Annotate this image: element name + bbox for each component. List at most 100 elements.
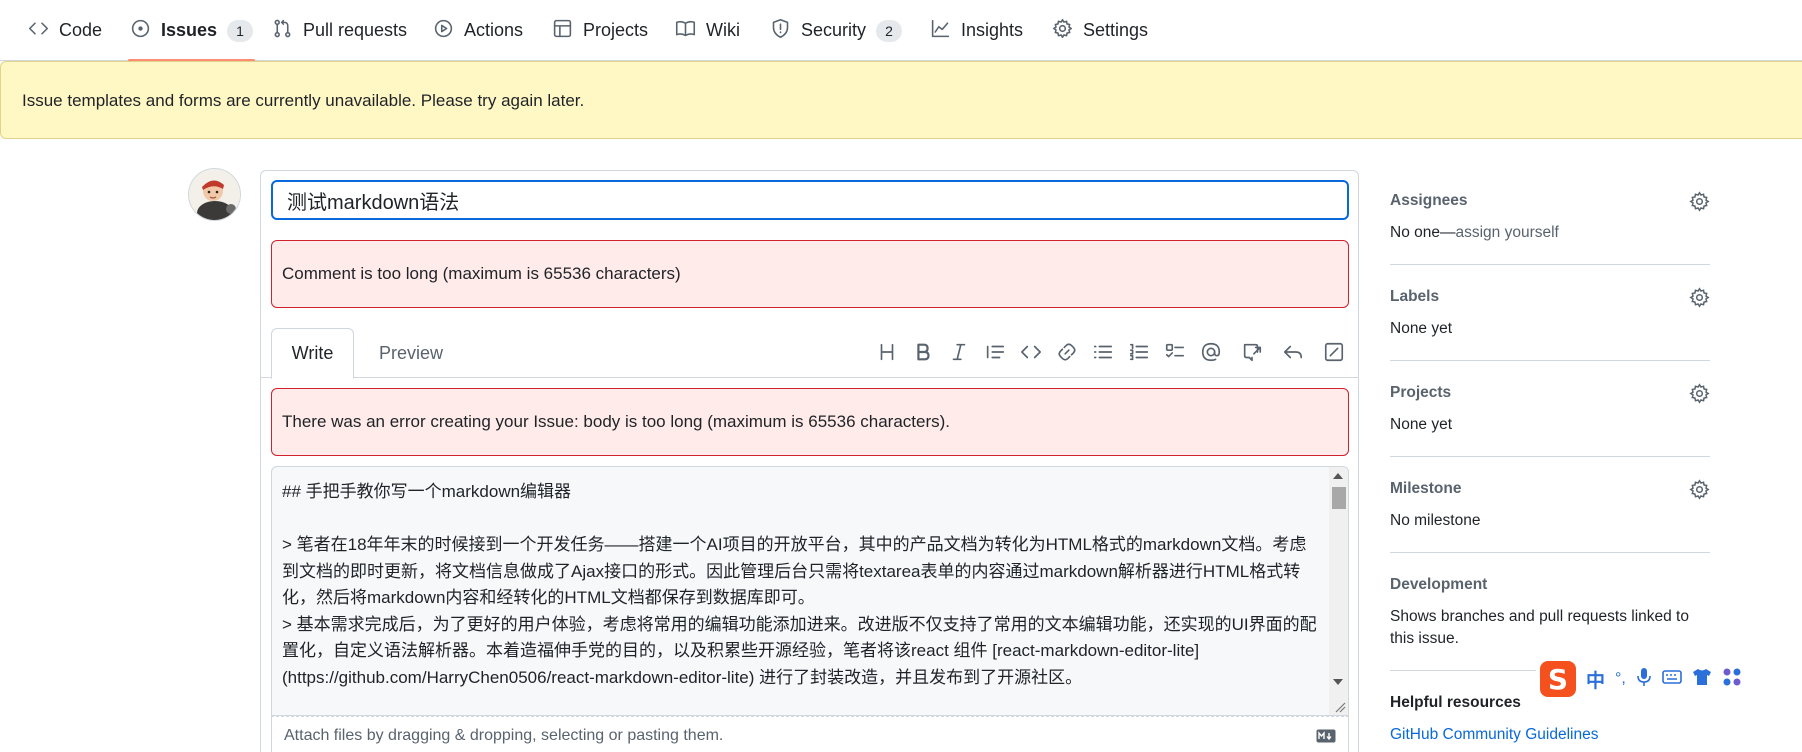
tab-label: Issues: [161, 20, 218, 40]
labels-heading: Labels: [1390, 288, 1440, 305]
sidebar-projects: Projects None yet: [1390, 383, 1710, 434]
tab-actions[interactable]: Actions: [433, 0, 523, 61]
quote-icon[interactable]: [983, 340, 1007, 364]
attach-hint: Attach files by dragging & dropping, sel…: [284, 727, 724, 744]
play-icon: [433, 18, 454, 44]
heading-icon[interactable]: [875, 340, 899, 364]
projects-gear-icon[interactable]: [1689, 383, 1710, 404]
attach-files-area[interactable]: Attach files by dragging & dropping, sel…: [271, 716, 1349, 752]
tab-wiki[interactable]: Wiki: [675, 0, 740, 61]
sidebar-assignees: Assignees No one—assign yourself: [1390, 191, 1710, 242]
issue-title-input[interactable]: [271, 180, 1349, 220]
mention-icon[interactable]: [1199, 340, 1223, 364]
labels-gear-icon[interactable]: [1689, 287, 1710, 308]
tab-label: Settings: [1083, 20, 1149, 40]
sidebar-helpful-resources: Helpful resources GitHub Community Guide…: [1390, 694, 1710, 744]
projects-value: None yet: [1390, 416, 1453, 433]
milestone-gear-icon[interactable]: [1689, 479, 1710, 500]
issues-count-badge: 1: [227, 19, 254, 42]
tab-label: Wiki: [706, 20, 740, 40]
ime-logo-icon[interactable]: S: [1540, 661, 1576, 697]
ordered-list-icon[interactable]: [1127, 340, 1151, 364]
development-heading: Development: [1390, 576, 1488, 593]
ime-punctuation-icon[interactable]: °,: [1615, 670, 1626, 688]
cross-reference-icon[interactable]: [1240, 340, 1264, 364]
tab-label: Code: [59, 20, 103, 40]
shield-icon: [770, 18, 791, 44]
sidebar-divider: [1390, 264, 1710, 265]
tab-insights[interactable]: Insights: [930, 0, 1023, 61]
code-icon: [28, 18, 49, 44]
table-icon: [552, 18, 573, 44]
sidebar-milestone: Milestone No milestone: [1390, 479, 1710, 530]
assignees-heading: Assignees: [1390, 192, 1468, 209]
reply-icon[interactable]: [1281, 340, 1305, 364]
tab-settings[interactable]: Settings: [1052, 0, 1148, 61]
tab-label: Insights: [961, 20, 1024, 40]
tab-label: Actions: [464, 20, 524, 40]
sidebar-divider: [1390, 552, 1710, 553]
textarea-scrollbar[interactable]: [1329, 467, 1348, 715]
tab-security[interactable]: Security 2: [770, 0, 903, 61]
scroll-thumb[interactable]: [1332, 487, 1346, 509]
ime-toolbar[interactable]: S 中 °,: [1536, 660, 1756, 698]
graph-icon: [930, 18, 951, 44]
fullscreen-icon[interactable]: [1322, 340, 1346, 364]
issue-opened-icon: [130, 18, 151, 44]
repo-nav: Code Issues 1 Pull requests Actions Proj…: [0, 0, 1802, 62]
create-error-banner: There was an error creating your Issue: …: [271, 388, 1349, 456]
ime-chinese-mode[interactable]: 中: [1586, 666, 1605, 693]
italic-icon[interactable]: [947, 340, 971, 364]
tab-pull-requests[interactable]: Pull requests: [272, 0, 407, 61]
issue-body-textarea[interactable]: ## 手把手教你写一个markdown编辑器 > 笔者在18年年末的时候接到一个…: [271, 466, 1349, 716]
assign-yourself-link[interactable]: assign yourself: [1455, 224, 1558, 241]
projects-heading: Projects: [1390, 384, 1452, 401]
tab-label: Projects: [583, 20, 649, 40]
labels-value: None yet: [1390, 320, 1453, 337]
tab-label: Pull requests: [303, 20, 408, 40]
comment-error-text: Comment is too long (maximum is 65536 ch…: [282, 264, 681, 283]
avatar[interactable]: [188, 168, 241, 221]
keyboard-icon[interactable]: [1662, 669, 1682, 690]
tab-write[interactable]: Write: [271, 328, 354, 379]
flash-warning-banner: Issue templates and forms are currently …: [0, 61, 1802, 139]
tab-preview[interactable]: Preview: [366, 328, 456, 378]
tab-write-label: Write: [291, 343, 334, 363]
scroll-up-arrow-icon[interactable]: [1333, 473, 1343, 479]
tab-projects[interactable]: Projects: [552, 0, 648, 61]
code-icon[interactable]: [1019, 340, 1043, 364]
toolbox-grid-icon[interactable]: [1722, 667, 1742, 692]
sidebar-divider: [1390, 360, 1710, 361]
sidebar-divider: [1390, 456, 1710, 457]
tab-code[interactable]: Code: [28, 0, 102, 61]
tab-preview-label: Preview: [378, 342, 444, 363]
community-guidelines-link[interactable]: GitHub Community Guidelines: [1390, 726, 1710, 744]
link-icon[interactable]: [1055, 340, 1079, 364]
comment-error-banner: Comment is too long (maximum is 65536 ch…: [271, 240, 1349, 308]
resize-grip-icon[interactable]: [1334, 701, 1346, 713]
bold-icon[interactable]: [911, 340, 935, 364]
assignees-gear-icon[interactable]: [1689, 191, 1710, 212]
microphone-icon[interactable]: [1636, 667, 1652, 692]
book-icon: [675, 18, 696, 44]
avatar-image: [189, 169, 240, 220]
assignees-none-text: No one—: [1390, 224, 1456, 241]
create-error-text: There was an error creating your Issue: …: [282, 412, 951, 431]
scroll-down-arrow-icon[interactable]: [1333, 679, 1343, 685]
unordered-list-icon[interactable]: [1091, 340, 1115, 364]
sidebar-development: Development Shows branches and pull requ…: [1390, 576, 1710, 650]
milestone-value: No milestone: [1390, 512, 1481, 529]
flash-message: Issue templates and forms are currently …: [22, 91, 585, 110]
security-count-badge: 2: [876, 19, 903, 42]
git-pull-request-icon: [272, 18, 293, 44]
development-text: Shows branches and pull requests linked …: [1390, 608, 1689, 647]
markdown-icon[interactable]: [1316, 729, 1336, 743]
gear-icon: [1052, 18, 1073, 44]
tasklist-icon[interactable]: [1163, 340, 1187, 364]
skin-shirt-icon[interactable]: [1692, 668, 1712, 691]
tab-issues[interactable]: Issues 1: [127, 0, 256, 62]
tab-label: Security: [801, 20, 867, 40]
milestone-heading: Milestone: [1390, 480, 1462, 497]
assignees-value: No one—assign yourself: [1390, 224, 1710, 242]
issue-body-text: ## 手把手教你写一个markdown编辑器 > 笔者在18年年末的时候接到一个…: [282, 482, 1317, 687]
